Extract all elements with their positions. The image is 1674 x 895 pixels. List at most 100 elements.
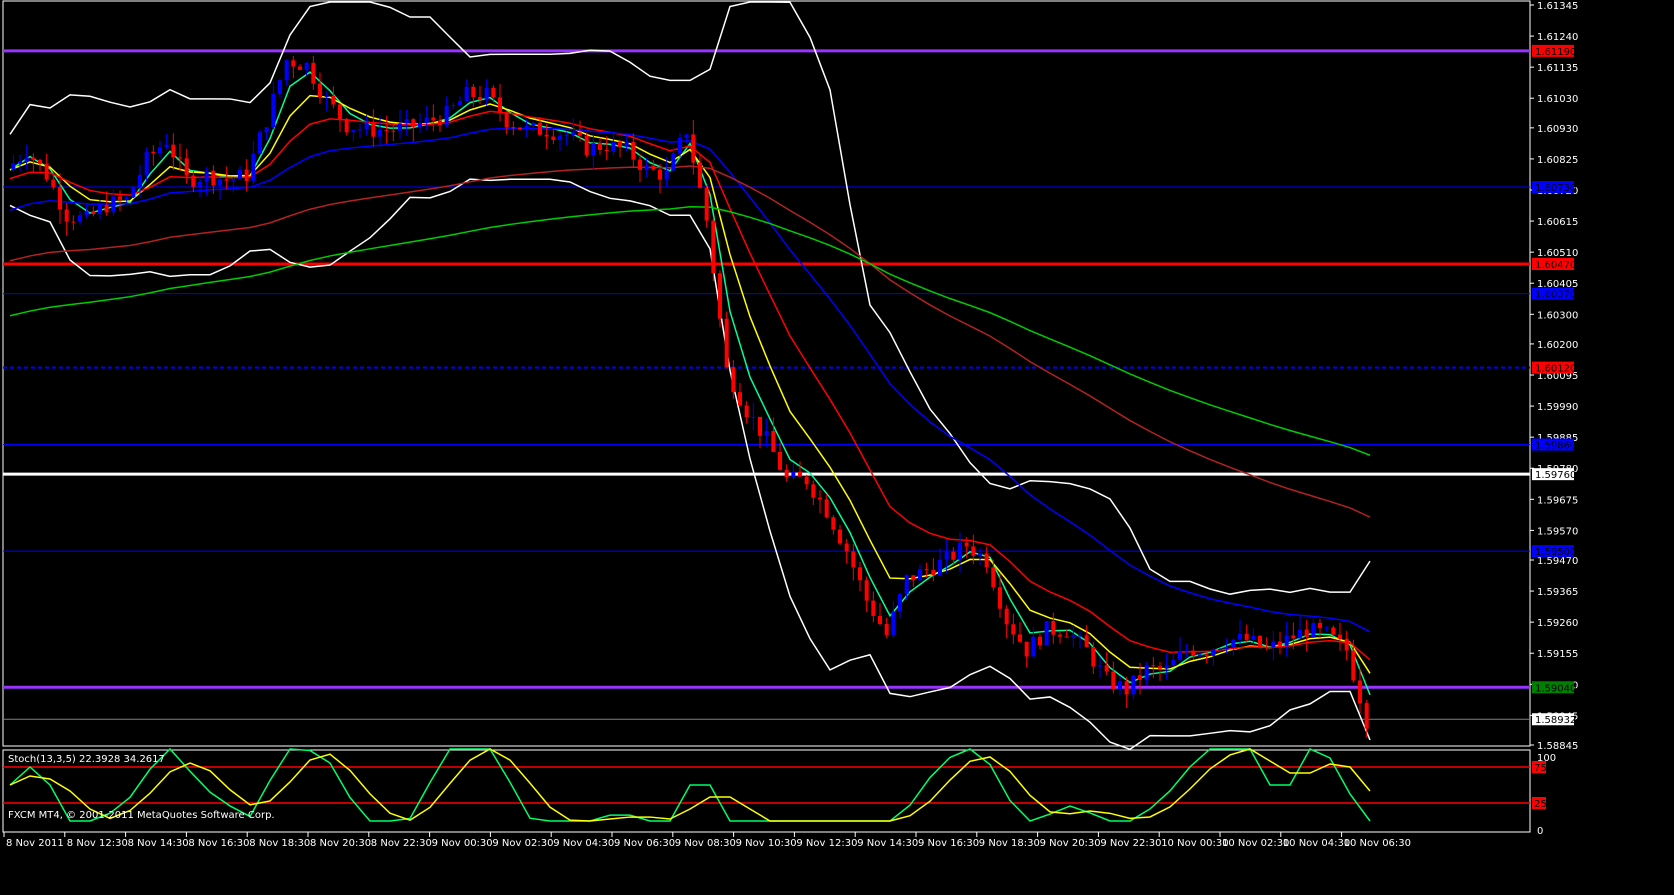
candle-body (351, 130, 356, 133)
price-chart[interactable]: 75 25 1.61345 1.61240 1.61135 1.61030 1.60930… (0, 0, 1674, 895)
candle-body (804, 476, 809, 485)
candle-body (991, 567, 996, 588)
candle-body (824, 499, 829, 518)
price-tick-label: 1.60510 (1537, 248, 1578, 259)
candle-body (471, 86, 476, 97)
candle-body (604, 149, 609, 152)
price-tick-label: 1.60930 (1537, 124, 1578, 135)
moving-average-line (9, 127, 1371, 633)
candle-body (131, 187, 136, 198)
candle-body (151, 151, 156, 154)
candle-body (918, 569, 922, 581)
candle-body (71, 221, 76, 223)
candle-body (838, 529, 842, 544)
candle-body (291, 60, 296, 67)
candle-body (524, 125, 529, 130)
candle-body (1264, 646, 1269, 648)
candle-body (1318, 622, 1322, 629)
candle-body (1111, 671, 1116, 689)
candle-body (1104, 665, 1109, 672)
candle-body (344, 119, 349, 133)
candle-body (304, 62, 309, 70)
time-label: 10 Nov 00:30 (1161, 838, 1228, 849)
candle-body (1144, 665, 1149, 680)
candle-body (331, 95, 336, 105)
candle-body (1004, 608, 1009, 625)
candle-body (931, 569, 936, 576)
candle-body (1338, 634, 1342, 639)
candle-body (31, 157, 36, 160)
candle-body (884, 623, 889, 635)
moving-average-line (9, 165, 1371, 518)
candle-body (1158, 666, 1162, 669)
candle-body (324, 95, 329, 98)
candle-body (531, 122, 536, 126)
candle-body (1311, 622, 1316, 638)
level-label: 1.60120 (1535, 364, 1576, 375)
candle-body (224, 179, 229, 181)
candle-body (318, 83, 322, 98)
candle-body (638, 159, 642, 170)
candle-body (11, 163, 16, 170)
candle-body (364, 122, 369, 130)
candle-body (558, 136, 562, 140)
price-tick-label: 1.58845 (1537, 741, 1578, 752)
candle-body (584, 135, 589, 156)
candle-body (264, 127, 269, 133)
candle-body (424, 117, 429, 123)
candle-body (1018, 634, 1022, 642)
level-label: 1.58932 (1535, 715, 1576, 726)
candle-body (338, 104, 342, 120)
candle-body (204, 170, 209, 182)
candle-body (764, 431, 769, 436)
stoch-level-label: 25 (1534, 799, 1547, 810)
candle-body (671, 153, 676, 171)
candle-body (1211, 649, 1216, 656)
time-label: 8 Nov 18:30 (249, 838, 310, 849)
candle-body (464, 86, 469, 102)
candle-body (1084, 635, 1089, 648)
candle-body (598, 143, 602, 150)
candle-body (218, 179, 222, 186)
time-label: 8 Nov 12:30 (67, 838, 128, 849)
candle-body (184, 158, 189, 176)
time-label: 8 Nov 2011 (6, 838, 64, 849)
candle-body (664, 170, 669, 180)
candle-body (564, 135, 569, 137)
moving-average-line (9, 110, 1371, 661)
candle-body (984, 553, 989, 568)
candle-body (731, 367, 736, 393)
candle-body (118, 196, 122, 200)
candle-body (744, 405, 749, 418)
candle-body (958, 542, 962, 560)
level-label: 1.59860 (1535, 441, 1576, 452)
level-label: 1.60730 (1535, 183, 1576, 194)
candle-body (1031, 636, 1036, 657)
candle-body (18, 161, 22, 164)
candle-body (1324, 627, 1329, 629)
candle-body (691, 134, 696, 163)
candle-body (1011, 624, 1016, 635)
candle-body (511, 127, 516, 129)
candle-body (58, 187, 62, 210)
candle-body (1044, 621, 1049, 646)
price-tick-label: 1.59260 (1537, 618, 1578, 629)
candle-body (444, 106, 449, 126)
candle-body (1231, 639, 1236, 648)
candle-body (1184, 650, 1189, 652)
candle-body (244, 169, 249, 182)
candle-body (211, 170, 216, 186)
time-label: 8 Nov 20:30 (310, 838, 371, 849)
candle-body (144, 151, 149, 175)
candle-body (1118, 681, 1122, 689)
candle-body (618, 141, 622, 147)
candle-body (1131, 675, 1136, 695)
candle-body (1224, 647, 1229, 650)
time-label: 9 Nov 20:30 (1040, 838, 1101, 849)
candle-body (1138, 675, 1142, 680)
time-label: 9 Nov 16:30 (918, 838, 979, 849)
candle-body (271, 94, 276, 128)
candle-body (138, 174, 142, 188)
candle-body (1091, 647, 1096, 667)
candle-body (624, 141, 629, 147)
